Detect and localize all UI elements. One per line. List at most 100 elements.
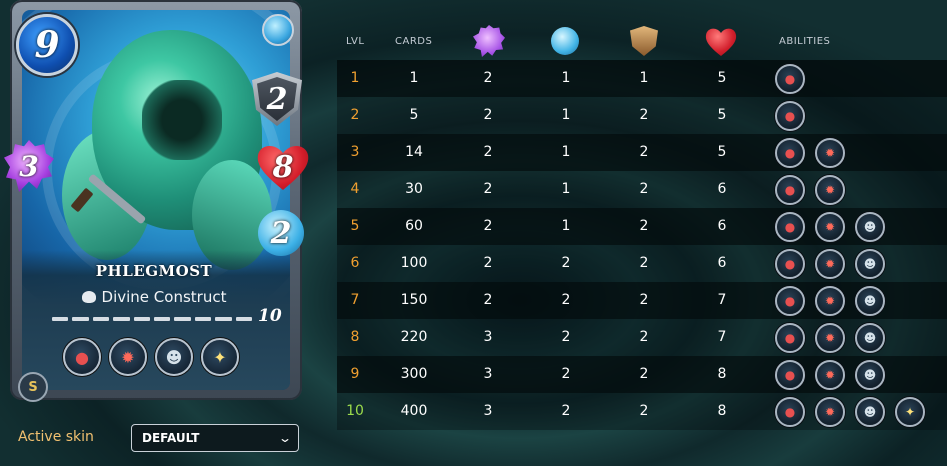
mana-cost: 9 bbox=[34, 24, 60, 66]
card-type-label: Divine Construct bbox=[101, 288, 227, 306]
table-row: 9 300 3 2 2 8 ● ✹ ☻ bbox=[337, 356, 947, 393]
row-magic: 2 bbox=[483, 70, 493, 86]
flame-ability-icon[interactable]: ✹ bbox=[815, 323, 845, 353]
flame-ability-icon[interactable]: ✹ bbox=[815, 360, 845, 390]
row-health: 6 bbox=[717, 218, 727, 234]
row-cards: 400 bbox=[400, 403, 428, 419]
row-armor: 1 bbox=[639, 70, 649, 86]
skull-ability-icon[interactable]: ☻ bbox=[855, 397, 885, 427]
mouth-ability-icon[interactable]: ● bbox=[775, 175, 805, 205]
card-level: 10 bbox=[258, 306, 282, 326]
row-abilities: ● ✹ ☻ bbox=[775, 323, 885, 353]
armor-value: 2 bbox=[266, 81, 288, 117]
row-magic: 2 bbox=[483, 144, 493, 160]
mouth-ability-icon[interactable]: ● bbox=[775, 397, 805, 427]
creature-face bbox=[142, 80, 222, 160]
table-row: 2 5 2 1 2 5 ● bbox=[337, 97, 947, 134]
armor-icon bbox=[630, 26, 658, 56]
row-level: 7 bbox=[350, 292, 360, 308]
row-abilities: ● ✹ ☻ bbox=[775, 286, 885, 316]
speed-value: 2 bbox=[270, 215, 292, 251]
flame-ability-icon[interactable]: ✹ bbox=[815, 212, 845, 242]
flame-ability-icon[interactable]: ✹ bbox=[815, 249, 845, 279]
active-skin-value: DEFAULT bbox=[142, 431, 200, 445]
speed-stat-badge: 2 bbox=[258, 210, 304, 256]
mouth-ability-icon[interactable]: ● bbox=[775, 249, 805, 279]
row-magic: 2 bbox=[483, 218, 493, 234]
row-armor: 2 bbox=[639, 144, 649, 160]
magic-value: 3 bbox=[19, 149, 39, 183]
mouth-ability-icon[interactable]: ● bbox=[775, 360, 805, 390]
skull-ability-icon[interactable]: ☻ bbox=[855, 212, 885, 242]
water-element-icon bbox=[262, 14, 294, 46]
mouth-ability-icon[interactable]: ● bbox=[775, 138, 805, 168]
row-speed: 1 bbox=[561, 144, 571, 160]
row-cards: 14 bbox=[405, 144, 423, 160]
table-body: 1 1 2 1 1 5 ● 2 5 2 1 2 5 ● 3 14 2 1 2 5 ● ✹ 4 30 2 1 2 6 ● ✹ 5 60 2 1 2 6 ●… bbox=[337, 60, 947, 430]
row-cards: 220 bbox=[400, 329, 428, 345]
row-level: 4 bbox=[350, 181, 360, 197]
row-cards: 30 bbox=[405, 181, 423, 197]
row-armor: 2 bbox=[639, 292, 649, 308]
magic-stat-badge: 3 bbox=[4, 140, 54, 192]
row-health: 5 bbox=[717, 70, 727, 86]
skull-ability-icon[interactable]: ☻ bbox=[155, 338, 193, 376]
row-magic: 2 bbox=[483, 255, 493, 271]
star-ability-icon[interactable]: ✦ bbox=[895, 397, 925, 427]
row-level: 9 bbox=[350, 366, 360, 382]
flame-ability-icon[interactable]: ✹ bbox=[109, 338, 147, 376]
header-abilities: ABILITIES bbox=[779, 36, 831, 47]
row-health: 7 bbox=[717, 329, 727, 345]
mouth-ability-icon[interactable]: ● bbox=[775, 101, 805, 131]
row-health: 8 bbox=[717, 366, 727, 382]
star-ability-icon[interactable]: ✦ bbox=[201, 338, 239, 376]
row-magic: 3 bbox=[483, 329, 493, 345]
row-abilities: ● bbox=[775, 64, 805, 94]
mouth-ability-icon[interactable]: ● bbox=[775, 323, 805, 353]
table-row: 3 14 2 1 2 5 ● ✹ bbox=[337, 134, 947, 171]
skull-ability-icon[interactable]: ☻ bbox=[855, 360, 885, 390]
row-speed: 2 bbox=[561, 329, 571, 345]
row-speed: 1 bbox=[561, 218, 571, 234]
row-magic: 2 bbox=[483, 292, 493, 308]
mouth-ability-icon[interactable]: ● bbox=[63, 338, 101, 376]
row-cards: 100 bbox=[400, 255, 428, 271]
row-cards: 1 bbox=[409, 70, 419, 86]
active-skin-label: Active skin bbox=[18, 429, 94, 445]
skull-ability-icon[interactable]: ☻ bbox=[855, 249, 885, 279]
flame-ability-icon[interactable]: ✹ bbox=[815, 175, 845, 205]
mouth-ability-icon[interactable]: ● bbox=[775, 286, 805, 316]
flame-ability-icon[interactable]: ✹ bbox=[815, 397, 845, 427]
speed-icon bbox=[551, 27, 579, 55]
row-speed: 2 bbox=[561, 403, 571, 419]
row-abilities: ● ✹ ☻ bbox=[775, 360, 885, 390]
skull-ability-icon[interactable]: ☻ bbox=[855, 323, 885, 353]
row-cards: 60 bbox=[405, 218, 423, 234]
card-type: Divine Construct bbox=[20, 288, 288, 306]
table-row: 8 220 3 2 2 7 ● ✹ ☻ bbox=[337, 319, 947, 356]
chevron-down-icon: ⌄ bbox=[277, 431, 293, 445]
flame-ability-icon[interactable]: ✹ bbox=[815, 138, 845, 168]
mouth-ability-icon[interactable]: ● bbox=[775, 64, 805, 94]
row-abilities: ● bbox=[775, 101, 805, 131]
edition-icon: S bbox=[18, 372, 48, 402]
active-skin-select[interactable]: DEFAULT ⌄ bbox=[131, 424, 299, 452]
row-speed: 2 bbox=[561, 255, 571, 271]
row-armor: 2 bbox=[639, 366, 649, 382]
level-progress-bar bbox=[52, 317, 253, 321]
table-row: 5 60 2 1 2 6 ● ✹ ☻ bbox=[337, 208, 947, 245]
row-armor: 2 bbox=[639, 107, 649, 123]
health-icon bbox=[705, 26, 737, 56]
row-abilities: ● ✹ ☻ bbox=[775, 212, 885, 242]
row-speed: 1 bbox=[561, 107, 571, 123]
mouth-ability-icon[interactable]: ● bbox=[775, 212, 805, 242]
row-speed: 1 bbox=[561, 181, 571, 197]
row-speed: 1 bbox=[561, 70, 571, 86]
skull-ability-icon[interactable]: ☻ bbox=[855, 286, 885, 316]
row-cards: 300 bbox=[400, 366, 428, 382]
row-armor: 2 bbox=[639, 329, 649, 345]
row-abilities: ● ✹ bbox=[775, 138, 845, 168]
flame-ability-icon[interactable]: ✹ bbox=[815, 286, 845, 316]
table-row: 10 400 3 2 2 8 ● ✹ ☻ ✦ bbox=[337, 393, 947, 430]
mana-cost-badge: 9 bbox=[16, 14, 78, 76]
